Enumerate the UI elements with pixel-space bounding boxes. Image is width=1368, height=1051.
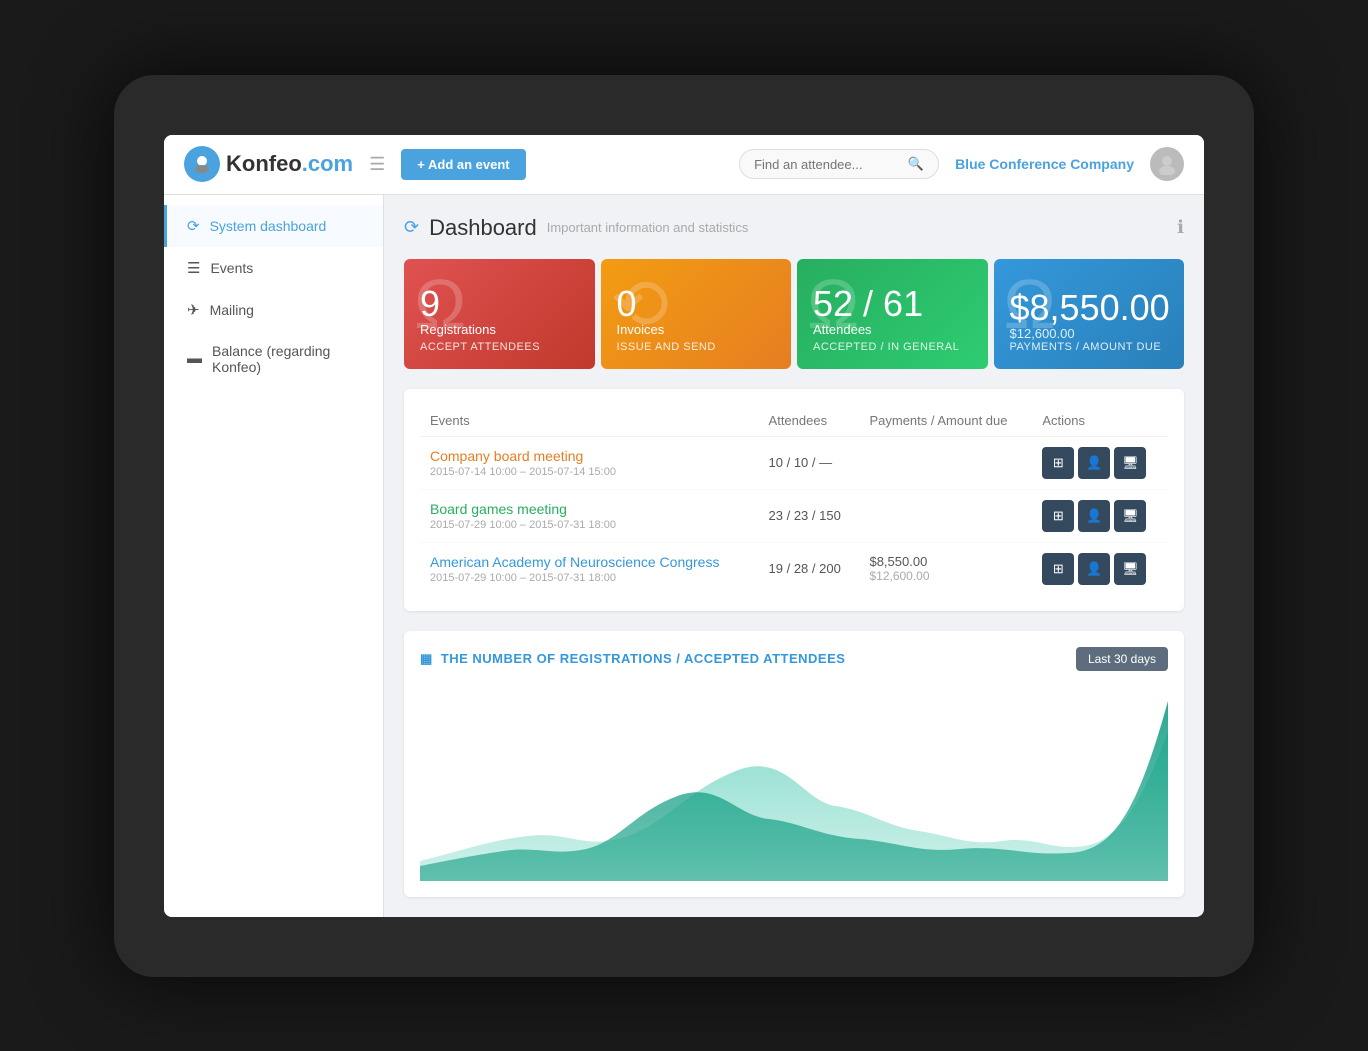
company-name: Blue Conference Company <box>955 156 1134 172</box>
sidebar-item-system-dashboard[interactable]: ⟳ System dashboard <box>164 205 383 247</box>
col-actions: Actions <box>1032 405 1168 437</box>
chart-section: ▦ THE NUMBER OF REGISTRATIONS / ACCEPTED… <box>404 631 1184 897</box>
sidebar: ⟳ System dashboard ☰ Events ✈ Mailing ▬ … <box>164 195 384 917</box>
payments-cell <box>859 489 1032 542</box>
col-attendees: Attendees <box>759 405 860 437</box>
event-name[interactable]: Company board meeting <box>430 448 749 464</box>
payment-secondary: $12,600.00 <box>869 569 1022 583</box>
page-subtitle: Important information and statistics <box>547 220 749 235</box>
col-events: Events <box>420 405 759 437</box>
search-icon: 🔍 <box>908 156 924 172</box>
payments-cell: $8,550.00 $12,600.00 <box>859 542 1032 595</box>
card-bg-icon: ⟲ <box>611 269 670 339</box>
info-icon[interactable]: ℹ <box>1177 217 1184 238</box>
stat-card-attendees: Ω 52 / 61 Attendees ACCEPTED / IN GENERA… <box>797 259 988 369</box>
actions-cell: ⊞ 👤 🖥 <box>1032 489 1168 542</box>
event-cell: Company board meeting 2015-07-14 10:00 –… <box>420 436 759 489</box>
chart-icon: ▦ <box>420 651 433 667</box>
sidebar-item-mailing[interactable]: ✈ Mailing <box>164 289 383 331</box>
chart-area <box>420 681 1168 881</box>
refresh-icon: ⟳ <box>187 217 200 235</box>
user-button[interactable]: 👤 <box>1078 447 1110 479</box>
stat-card-registrations: Ω 9 Registrations ACCEPT ATTENDEES <box>404 259 595 369</box>
search-bar[interactable]: 🔍 <box>739 149 939 179</box>
table-row: Board games meeting 2015-07-29 10:00 – 2… <box>420 489 1168 542</box>
screen-button[interactable]: 🖥 <box>1114 500 1146 532</box>
action-buttons: ⊞ 👤 🖥 <box>1042 447 1158 479</box>
chart-header: ▦ THE NUMBER OF REGISTRATIONS / ACCEPTED… <box>420 647 1168 671</box>
action-buttons: ⊞ 👤 🖥 <box>1042 553 1158 585</box>
mail-icon: ✈ <box>187 301 200 319</box>
attendees-cell: 10 / 10 / — <box>759 436 860 489</box>
grid-button[interactable]: ⊞ <box>1042 500 1074 532</box>
col-payments: Payments / Amount due <box>859 405 1032 437</box>
screen-button[interactable]: 🖥 <box>1114 447 1146 479</box>
event-name[interactable]: American Academy of Neuroscience Congres… <box>430 554 749 570</box>
attendees-cell: 23 / 23 / 150 <box>759 489 860 542</box>
screen-button[interactable]: 🖥 <box>1114 553 1146 585</box>
sidebar-item-label: Balance (regarding Konfeo) <box>212 343 363 375</box>
sidebar-item-events[interactable]: ☰ Events <box>164 247 383 289</box>
card-bg-icon: Ω <box>414 269 466 339</box>
tablet-frame: Konfeo.com ☰ + Add an event 🔍 Blue Confe… <box>114 75 1254 977</box>
payments-cell <box>859 436 1032 489</box>
sidebar-item-balance[interactable]: ▬ Balance (regarding Konfeo) <box>164 331 383 387</box>
table-row: Company board meeting 2015-07-14 10:00 –… <box>420 436 1168 489</box>
logo: Konfeo.com <box>184 146 353 182</box>
sidebar-item-label: Mailing <box>210 302 254 318</box>
stat-sublabel: PAYMENTS / AMOUNT DUE <box>1010 341 1169 353</box>
event-date: 2015-07-29 10:00 – 2015-07-31 18:00 <box>430 572 749 584</box>
chart-svg <box>420 681 1168 881</box>
grid-button[interactable]: ⊞ <box>1042 553 1074 585</box>
events-table: Events Attendees Payments / Amount due A… <box>420 405 1168 595</box>
logo-icon <box>184 146 220 182</box>
avatar[interactable] <box>1150 147 1184 181</box>
chart-period-button[interactable]: Last 30 days <box>1076 647 1168 671</box>
event-cell: Board games meeting 2015-07-29 10:00 – 2… <box>420 489 759 542</box>
stat-card-payments: Ω $8,550.00 $12,600.00 PAYMENTS / AMOUNT… <box>994 259 1185 369</box>
list-icon: ☰ <box>187 259 200 277</box>
layout: ⟳ System dashboard ☰ Events ✈ Mailing ▬ … <box>164 195 1204 917</box>
card-bg-icon: Ω <box>807 269 859 339</box>
actions-cell: ⊞ 👤 🖥 <box>1032 542 1168 595</box>
stat-sublabel: ISSUE AND SEND <box>617 341 776 353</box>
add-event-button[interactable]: + Add an event <box>401 149 525 180</box>
balance-icon: ▬ <box>187 350 202 367</box>
stat-cards: Ω 9 Registrations ACCEPT ATTENDEES ⟲ 0 I… <box>404 259 1184 369</box>
event-date: 2015-07-29 10:00 – 2015-07-31 18:00 <box>430 519 749 531</box>
header-right: 🔍 Blue Conference Company <box>739 147 1184 181</box>
stat-secondary: $12,600.00 <box>1010 326 1169 341</box>
search-input[interactable] <box>754 157 902 172</box>
main-content: ⟳ Dashboard Important information and st… <box>384 195 1204 917</box>
page-header: ⟳ Dashboard Important information and st… <box>404 215 1184 241</box>
logo-text: Konfeo.com <box>226 151 353 177</box>
page-title: Dashboard <box>429 215 537 241</box>
user-button[interactable]: 👤 <box>1078 553 1110 585</box>
stat-card-invoices: ⟲ 0 Invoices ISSUE AND SEND <box>601 259 792 369</box>
event-name[interactable]: Board games meeting <box>430 501 749 517</box>
sidebar-item-label: Events <box>210 260 253 276</box>
table-row: American Academy of Neuroscience Congres… <box>420 542 1168 595</box>
actions-cell: ⊞ 👤 🖥 <box>1032 436 1168 489</box>
events-section: Events Attendees Payments / Amount due A… <box>404 389 1184 611</box>
event-cell: American Academy of Neuroscience Congres… <box>420 542 759 595</box>
payment-amount: $8,550.00 <box>869 554 1022 569</box>
stat-sublabel: ACCEPT ATTENDEES <box>420 341 579 353</box>
header: Konfeo.com ☰ + Add an event 🔍 Blue Confe… <box>164 135 1204 195</box>
hamburger-menu[interactable]: ☰ <box>369 154 385 175</box>
chart-title-text: THE NUMBER OF REGISTRATIONS / ACCEPTED A… <box>441 651 846 666</box>
dashboard-icon: ⟳ <box>404 217 419 238</box>
attendees-cell: 19 / 28 / 200 <box>759 542 860 595</box>
stat-sublabel: ACCEPTED / IN GENERAL <box>813 341 972 353</box>
event-date: 2015-07-14 10:00 – 2015-07-14 15:00 <box>430 466 749 478</box>
screen: Konfeo.com ☰ + Add an event 🔍 Blue Confe… <box>164 135 1204 917</box>
action-buttons: ⊞ 👤 🖥 <box>1042 500 1158 532</box>
user-button[interactable]: 👤 <box>1078 500 1110 532</box>
chart-title: ▦ THE NUMBER OF REGISTRATIONS / ACCEPTED… <box>420 651 845 667</box>
sidebar-item-label: System dashboard <box>210 218 327 234</box>
page-title-group: ⟳ Dashboard Important information and st… <box>404 215 748 241</box>
grid-button[interactable]: ⊞ <box>1042 447 1074 479</box>
